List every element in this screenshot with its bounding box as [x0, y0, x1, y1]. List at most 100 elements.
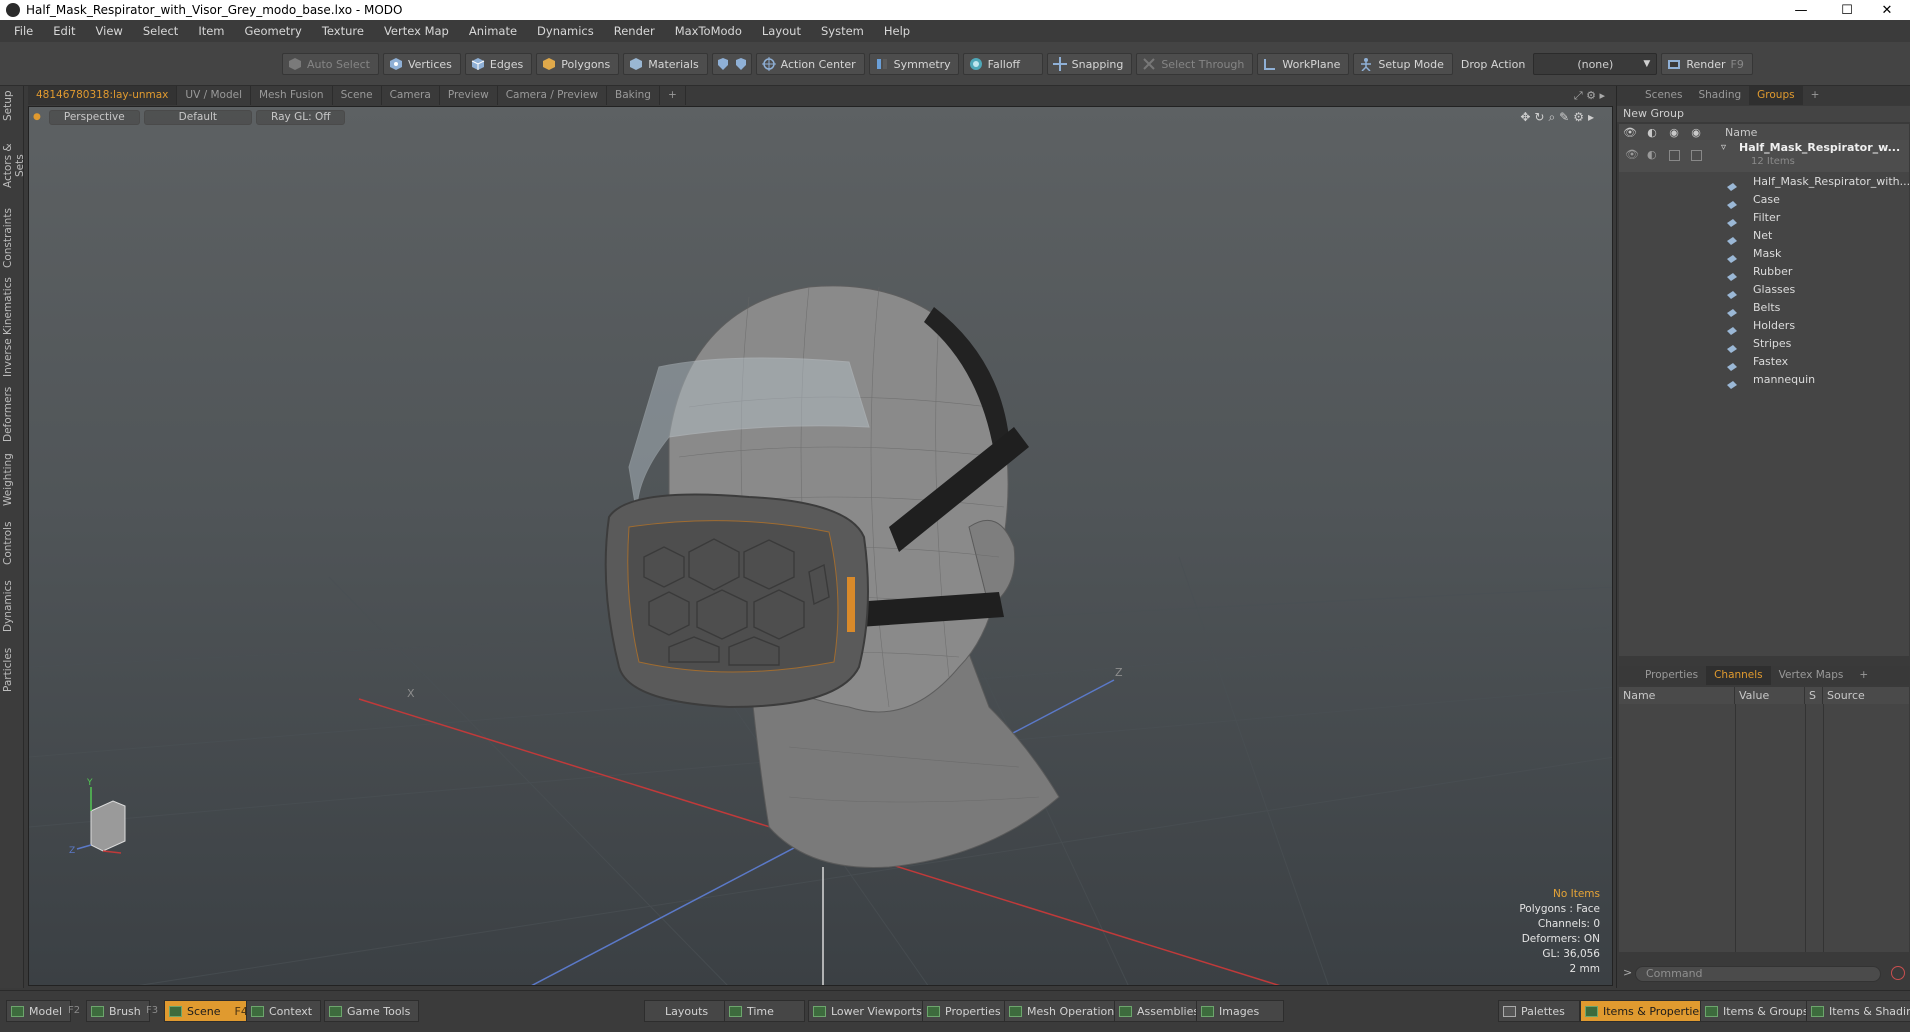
symmetry-toggle-icon-button[interactable]: [711, 53, 752, 75]
new-group-button[interactable]: New Group: [1617, 106, 1910, 122]
tree-item[interactable]: Belts: [1619, 298, 1909, 316]
tab-scene[interactable]: Scene: [333, 86, 382, 105]
tree-item[interactable]: mannequin: [1619, 370, 1909, 388]
tab-camera-preview[interactable]: Camera / Preview: [498, 86, 607, 105]
tree-item[interactable]: Half_Mask_Respirator_with...: [1619, 172, 1909, 190]
tab-deformers[interactable]: Deformers: [2, 384, 22, 444]
game-tools-layout-button[interactable]: Game Tools: [324, 1000, 420, 1022]
menu-file[interactable]: File: [4, 20, 43, 42]
workplane-button[interactable]: WorkPlane: [1257, 53, 1350, 75]
scene-layout-button[interactable]: Scene F4: [164, 1000, 257, 1022]
command-record-icon[interactable]: [1891, 966, 1905, 980]
items-groups-button[interactable]: Items & Groups: [1700, 1000, 1818, 1022]
auto-select-button[interactable]: Auto Select: [282, 53, 379, 75]
menu-render[interactable]: Render: [604, 20, 665, 42]
edges-button[interactable]: Edges: [464, 53, 533, 75]
action-center-button[interactable]: Action Center: [755, 53, 865, 75]
menu-select[interactable]: Select: [133, 20, 188, 42]
menu-system[interactable]: System: [811, 20, 874, 42]
menu-vertex-map[interactable]: Vertex Map: [374, 20, 459, 42]
3d-viewport[interactable]: ● Perspective Default Ray GL: Off ✥↻⌕✎⚙▸…: [28, 106, 1613, 986]
drop-action-select[interactable]: (none) ▼: [1533, 53, 1658, 75]
render-button[interactable]: Render F9: [1661, 53, 1753, 75]
assemblies-button[interactable]: Assemblies: [1114, 1000, 1209, 1022]
tab-preview[interactable]: Preview: [440, 86, 498, 105]
properties-button[interactable]: Properties: [922, 1000, 1010, 1022]
tab-setup[interactable]: Setup: [2, 88, 22, 124]
tree-item[interactable]: Rubber: [1619, 262, 1909, 280]
tab-scenes[interactable]: Scenes: [1637, 86, 1690, 105]
vertices-button[interactable]: Vertices: [382, 53, 461, 75]
model-layout-button[interactable]: Model: [6, 1000, 72, 1022]
tree-item[interactable]: Case: [1619, 190, 1909, 208]
select-checkbox[interactable]: [1691, 150, 1702, 161]
tab-baking[interactable]: Baking: [607, 86, 660, 105]
tree-item[interactable]: Holders: [1619, 316, 1909, 334]
lock-checkbox[interactable]: [1669, 150, 1680, 161]
add-tab-button[interactable]: +: [660, 86, 686, 105]
falloff-button[interactable]: Falloff: [962, 53, 1043, 75]
menu-maxtomodo[interactable]: MaxToModo: [665, 20, 752, 42]
tab-uv-model[interactable]: UV / Model: [177, 86, 251, 105]
menu-texture[interactable]: Texture: [312, 20, 374, 42]
menu-dynamics[interactable]: Dynamics: [527, 20, 604, 42]
select-column-icon[interactable]: ◉: [1685, 126, 1707, 139]
tree-item[interactable]: Net: [1619, 226, 1909, 244]
menu-edit[interactable]: Edit: [43, 20, 85, 42]
brush-layout-button[interactable]: Brush: [86, 1000, 150, 1022]
mesh-operations-button[interactable]: Mesh Operations: [1004, 1000, 1129, 1022]
time-button[interactable]: Time: [724, 1000, 805, 1022]
add-panel-tab-button[interactable]: +: [1851, 666, 1876, 685]
tab-particles[interactable]: Particles: [2, 642, 22, 698]
tab-channels[interactable]: Channels: [1706, 666, 1771, 685]
eye-icon[interactable]: 👁: [1625, 148, 1639, 161]
command-input[interactable]: Command: [1635, 966, 1881, 982]
lock-column-icon[interactable]: ◉: [1663, 126, 1685, 139]
menu-animate[interactable]: Animate: [459, 20, 527, 42]
tree-item[interactable]: Mask: [1619, 244, 1909, 262]
menu-help[interactable]: Help: [874, 20, 920, 42]
menu-geometry[interactable]: Geometry: [235, 20, 312, 42]
render-column-icon[interactable]: ◐: [1641, 126, 1663, 139]
maximize-viewport-icon[interactable]: ⤢ ⚙ ▸: [1574, 89, 1605, 103]
select-through-button[interactable]: Select Through: [1136, 53, 1254, 75]
tree-item[interactable]: Fastex: [1619, 352, 1909, 370]
palettes-button[interactable]: Palettes: [1498, 1000, 1580, 1022]
tab-inverse-kinematics[interactable]: Inverse Kinematics: [2, 276, 22, 378]
lower-viewports-button[interactable]: Lower Viewports: [808, 1000, 931, 1022]
polygons-button[interactable]: Polygons: [536, 53, 620, 75]
close-button[interactable]: ✕: [1864, 0, 1910, 20]
tab-dynamics[interactable]: Dynamics: [2, 576, 22, 636]
tree-item[interactable]: Glasses: [1619, 280, 1909, 298]
tab-weighting[interactable]: Weighting: [2, 450, 22, 510]
materials-button[interactable]: Materials: [623, 53, 708, 75]
tab-mesh-fusion[interactable]: Mesh Fusion: [251, 86, 333, 105]
context-layout-button[interactable]: Context: [246, 1000, 322, 1022]
tab-constraints[interactable]: Constraints: [2, 206, 22, 270]
group-row[interactable]: 👁 ◐ ▿ Half_Mask_Respirator_w... 12 Items: [1619, 140, 1909, 172]
tab-controls[interactable]: Controls: [2, 516, 22, 570]
setup-mode-button[interactable]: Setup Mode: [1353, 53, 1453, 75]
render-icon[interactable]: ◐: [1647, 148, 1657, 161]
menu-view[interactable]: View: [86, 20, 133, 42]
snapping-button[interactable]: Snapping: [1046, 53, 1133, 75]
items-properties-button[interactable]: Items & Properties: [1580, 1000, 1714, 1022]
menu-item[interactable]: Item: [188, 20, 234, 42]
tab-camera[interactable]: Camera: [382, 86, 440, 105]
tab-groups[interactable]: Groups: [1749, 86, 1803, 105]
symmetry-button[interactable]: Symmetry: [868, 53, 959, 75]
tab-actors-sets[interactable]: Actors & Sets: [2, 132, 26, 200]
menu-layout[interactable]: Layout: [752, 20, 811, 42]
add-panel-tab-button[interactable]: +: [1803, 86, 1828, 105]
layouts-button[interactable]: Layouts: [644, 1000, 730, 1022]
tree-item[interactable]: Filter: [1619, 208, 1909, 226]
tree-item[interactable]: Stripes: [1619, 334, 1909, 352]
items-shading-button[interactable]: Items & Shading: [1806, 1000, 1910, 1022]
tab-lay-unmax[interactable]: 48146780318:lay-unmax: [28, 86, 178, 105]
images-button[interactable]: Images: [1196, 1000, 1285, 1022]
tab-vertex-maps[interactable]: Vertex Maps: [1771, 666, 1852, 685]
minimize-button[interactable]: —: [1778, 0, 1824, 20]
tab-properties[interactable]: Properties: [1637, 666, 1706, 685]
tab-shading[interactable]: Shading: [1690, 86, 1749, 105]
visibility-column-icon[interactable]: 👁: [1619, 126, 1641, 139]
